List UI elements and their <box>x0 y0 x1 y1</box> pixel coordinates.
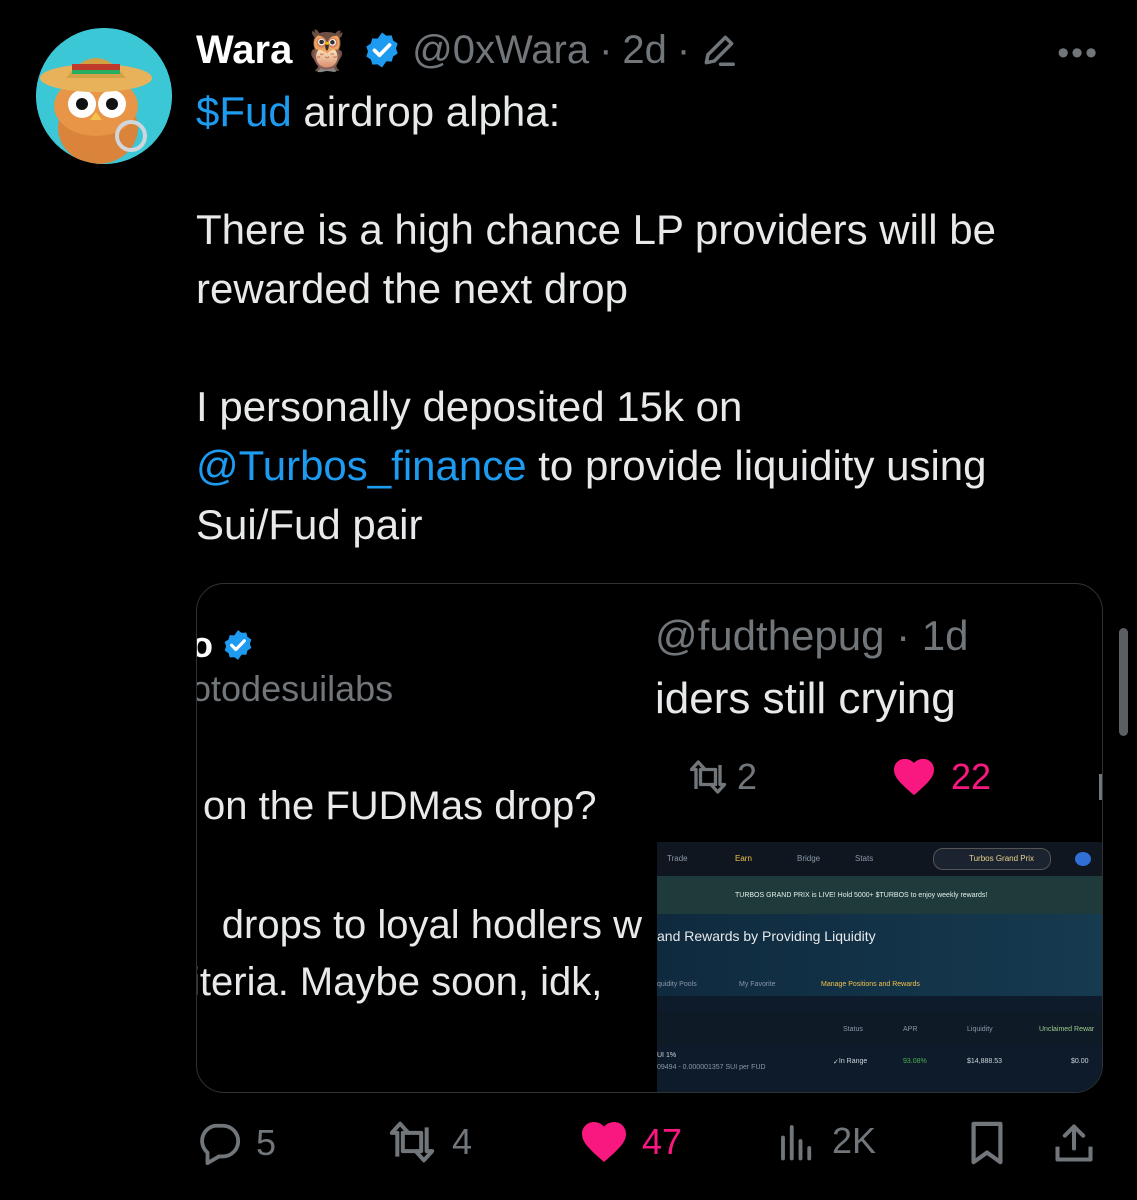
tweet-text: $Fud airdrop alpha: There is a high chan… <box>196 82 1096 554</box>
author-handle[interactable]: @0xWara <box>412 28 589 73</box>
quoted-like-count: 22 <box>891 756 991 798</box>
turbos-screenshot: Trade Earn Bridge Stats Turbos Grand Pri… <box>657 842 1102 1092</box>
author-name[interactable]: Wara <box>196 28 292 73</box>
quoted-author-handle: otodesuilabs <box>196 668 394 709</box>
tab-liquidity-pools: quidity Pools <box>657 981 697 988</box>
nav-grand-prix: Turbos Grand Prix <box>969 854 1035 863</box>
nav-stats: Stats <box>855 854 874 863</box>
quoted-text-line: iteria. Maybe soon, idk, <box>196 960 603 1004</box>
reply-button[interactable]: 5 <box>196 1120 276 1166</box>
row-range: 09494 - 0.000001357 SUI per FUD <box>657 1064 766 1071</box>
share-upload-icon <box>1055 1124 1093 1162</box>
col-status: Status <box>843 1026 863 1033</box>
quoted-handle-time: @fudthepug · 1d <box>655 612 969 659</box>
tweet-header: Wara 🦉 @0xWara · 2d · <box>196 24 738 76</box>
edit-pencil-icon[interactable] <box>700 31 738 69</box>
reply-bubble-icon <box>200 1123 240 1166</box>
turbos-banner: TURBOS GRAND PRIX is LIVE! Hold 5000+ $T… <box>657 876 1102 914</box>
row-unclaimed: $0.00 <box>1071 1058 1089 1065</box>
retweet-button[interactable]: 4 <box>386 1120 472 1164</box>
retweet-count: 4 <box>452 1121 473 1162</box>
tweet-line1: airdrop alpha: <box>291 88 561 135</box>
author-emoji: 🦉 <box>302 28 353 73</box>
dot-separator: · <box>599 27 613 72</box>
cashtag-link[interactable]: $Fud <box>196 88 292 135</box>
dot-separator: · <box>676 27 691 72</box>
quoted-author-name: o <box>197 624 255 666</box>
avatar[interactable] <box>36 28 172 164</box>
bookmark-button[interactable] <box>966 1120 1008 1166</box>
retweet-icon <box>689 760 727 794</box>
row-apr: 93.08% <box>903 1058 927 1065</box>
nav-trade: Trade <box>667 854 688 863</box>
mention-link[interactable]: @Turbos_finance <box>196 442 527 489</box>
tab-my-favorite: My Favorite <box>739 981 776 988</box>
tweet-para3-end: Sui/Fud pair <box>196 501 423 548</box>
quoted-retweet-count: 2 <box>687 756 757 798</box>
heart-filled-icon <box>582 1122 626 1162</box>
wallet-icon <box>1075 852 1091 866</box>
tweet-time[interactable]: 2d <box>622 28 667 73</box>
verified-badge-icon <box>366 32 398 68</box>
turbos-nav: Trade Earn Bridge Stats Turbos Grand Pri… <box>657 842 1102 876</box>
cropped-divider <box>1099 774 1102 800</box>
hero-title: and Rewards by Providing Liquidity <box>657 928 876 944</box>
scrollbar-thumb[interactable] <box>1119 628 1128 736</box>
banner-text: TURBOS GRAND PRIX is LIVE! Hold 5000+ $T… <box>735 892 988 899</box>
view-count: 2K <box>832 1120 877 1161</box>
attached-image[interactable]: o otodesuilabs @fudthepug · 1d iders sti… <box>196 583 1103 1093</box>
action-bar: 5 4 47 2K <box>196 1112 1106 1176</box>
verified-badge-icon <box>224 630 252 660</box>
tweet-para3-start: I personally deposited 15k on <box>196 383 743 430</box>
reply-count: 5 <box>256 1122 277 1163</box>
quoted-text-line: on the FUDMas drop? <box>203 784 597 828</box>
retweet-icon <box>389 1121 435 1163</box>
like-count: 47 <box>642 1121 683 1162</box>
more-options-icon[interactable]: ••• <box>1057 34 1099 73</box>
views-button[interactable]: 2K <box>776 1120 876 1162</box>
row-status: ✓ In Range <box>833 1058 868 1066</box>
nav-earn: Earn <box>735 854 752 863</box>
row-liquidity: $14,888.53 <box>967 1058 1003 1065</box>
col-unclaimed: Unclaimed Rewar <box>1039 1026 1095 1033</box>
like-button[interactable]: 47 <box>580 1120 682 1164</box>
row-pair: UI 1% <box>657 1052 677 1059</box>
bookmark-icon <box>971 1121 1003 1165</box>
views-bar-chart-icon <box>781 1125 812 1161</box>
avatar-owl-sombrero-icon <box>36 28 172 164</box>
col-apr: APR <box>903 1026 918 1033</box>
tweet-para2: There is a high chance LP providers will… <box>196 206 996 312</box>
tab-manage-positions: Manage Positions and Rewards <box>821 981 920 988</box>
quoted-text-fragment: iders still crying <box>655 674 956 723</box>
heart-filled-icon <box>894 758 934 796</box>
share-button[interactable] <box>1052 1120 1096 1166</box>
tweet-para3-mid: to provide liquidity using <box>526 442 987 489</box>
col-liquidity: Liquidity <box>967 1026 993 1033</box>
quoted-text-line: ▏drops to loyal hodlers w <box>197 903 642 947</box>
nav-bridge: Bridge <box>797 854 821 863</box>
table-header: Status APR Liquidity Unclaimed Rewar <box>657 1012 1102 1046</box>
